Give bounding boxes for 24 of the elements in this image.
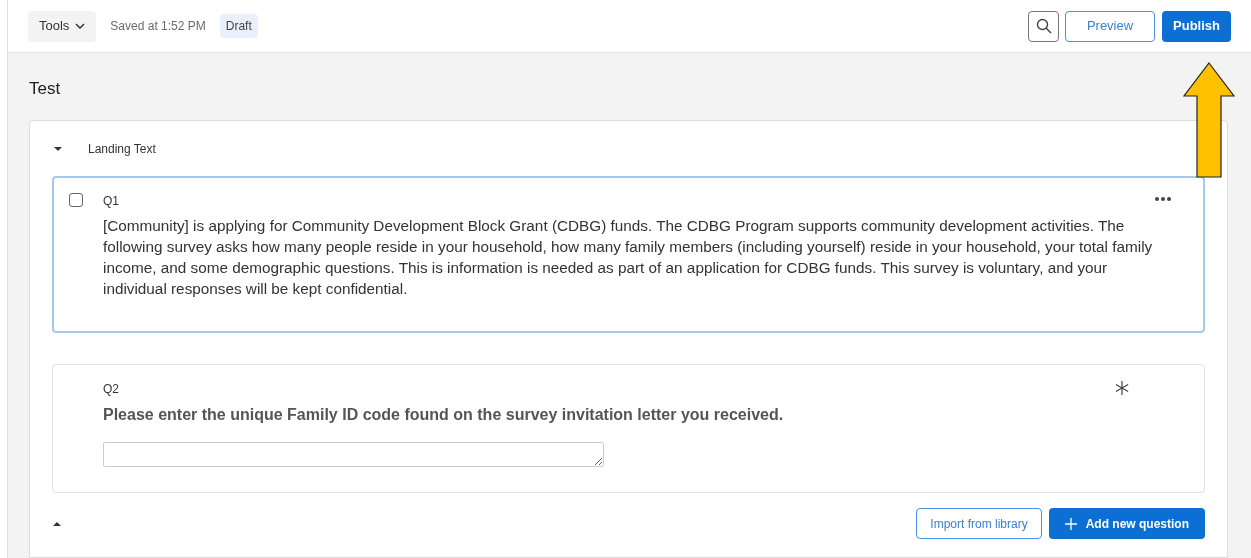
block-title: Landing Text [88,140,156,158]
plus-icon [1064,517,1077,530]
caret-up-icon[interactable] [52,520,62,527]
survey-title: Test [29,78,62,100]
question-text: [Community] is applying for Community Development Block Grant (CDBG) funds. The CDBG Program supports community development activities. The following survey asks how many people reside in your household, how many family members (including yourself) reside in your household, your total family income, and some demographic questions. This is information is needed as part of an application for CDBG funds. This survey is voluntary, and your individual responses will be kept confidential. [103,216,1153,299]
search-button[interactable] [1028,10,1059,42]
preview-button[interactable]: Preview [1065,10,1155,42]
checkbox[interactable] [69,193,83,207]
tools-menu-button[interactable]: Tools [28,10,97,42]
draft-badge: Draft [219,14,258,38]
publish-button[interactable]: Publish [1162,10,1231,42]
question-card[interactable]: Q2 Please enter the unique Family ID code found on the survey invitation letter you received. [52,364,1205,493]
question-text: Please enter the unique Family ID code found on the survey invitation letter you received. [103,405,785,425]
question-number: Q2 [103,381,120,398]
more-options-icon[interactable] [1155,197,1171,201]
import-button[interactable]: Import from library [916,508,1042,539]
answer-input-field[interactable] [103,442,604,467]
saved-status-text: Saved at 1:52 PM [110,18,206,35]
search-icon [1035,18,1052,34]
question-number: Q1 [103,193,120,210]
question-card[interactable] [52,176,1205,333]
chevron-down-icon [75,23,86,29]
caret-icon[interactable] [53,145,63,152]
add-question-button[interactable]: Add new question [1048,508,1205,539]
